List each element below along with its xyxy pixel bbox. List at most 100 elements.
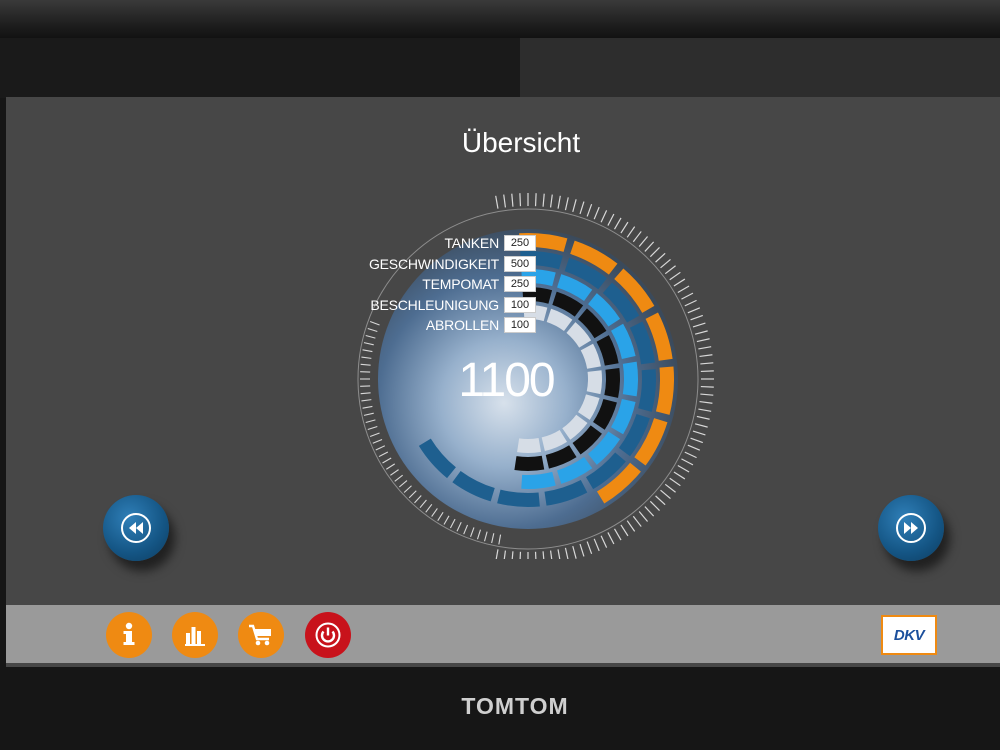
gauge-tick-outer: [692, 322, 706, 328]
gauge-tick-outer: [669, 271, 681, 281]
gauge-tick-outer: [495, 549, 499, 559]
gauge-tick-outer: [626, 520, 636, 532]
gauge-tick-outer: [673, 278, 686, 287]
gauge-tick-inner: [394, 474, 403, 482]
gauge-tick-inner: [470, 527, 475, 538]
gauge-tick-outer: [681, 292, 694, 300]
gauge-segment: [586, 370, 602, 395]
bar-chart-icon: [185, 627, 205, 646]
gauge-tick-outer: [700, 362, 714, 365]
gauge-tick-inner: [360, 392, 371, 395]
legend-row-abrollen: ABROLLEN 100: [336, 315, 536, 336]
gauge-tick-inner: [372, 438, 383, 444]
gauge-tick-outer: [660, 258, 671, 269]
page-title: Übersicht: [461, 127, 581, 158]
gauge-tick-outer: [600, 535, 608, 548]
gauge-tick-outer: [586, 204, 593, 217]
gauge-tick-inner: [443, 515, 450, 525]
legend-value: 250: [504, 276, 536, 293]
gauge-tick-outer: [620, 221, 629, 234]
gauge-tick-inner: [414, 495, 422, 504]
gauge-segment: [622, 361, 638, 397]
gauge-tick-inner: [398, 480, 408, 488]
power-button[interactable]: [305, 612, 351, 658]
gauge-tick-outer: [557, 195, 561, 209]
gauge-tick-outer: [684, 451, 697, 459]
gauge-tick-outer: [564, 547, 569, 559]
device-brand: TOMTOM: [461, 693, 569, 719]
gauge-tick-inner: [437, 511, 444, 521]
statistics-button[interactable]: [172, 612, 218, 658]
legend-label: BESCHLEUNIGUNG: [370, 296, 499, 313]
gauge-tick-inner: [378, 451, 389, 458]
legend-value: 100: [504, 317, 536, 334]
gauge-tick-outer: [664, 483, 676, 493]
gauge-tick-outer: [613, 217, 622, 230]
gauge-tick-outer: [572, 545, 577, 559]
previous-button[interactable]: [103, 495, 169, 561]
info-button[interactable]: [106, 612, 152, 658]
legend-value: 100: [504, 296, 536, 313]
gauge-tick-outer: [519, 551, 522, 559]
legend-label: TANKEN: [444, 235, 499, 252]
gauge-tick-outer: [632, 231, 642, 243]
gauge-tick-outer: [655, 252, 666, 263]
gauge-tick-outer: [511, 193, 514, 207]
gauge-tick-outer: [644, 241, 655, 252]
gauge-tick-outer: [495, 195, 499, 209]
gauge-tick-inner: [498, 534, 502, 545]
info-icon: [123, 622, 135, 645]
power-icon: [315, 622, 341, 648]
gauge-tick-inner: [361, 356, 372, 359]
gauge-tick-outer: [687, 444, 701, 451]
gauge-tick-outer: [511, 551, 514, 559]
bottom-toolbar: DKV: [6, 605, 1000, 663]
gauge-tick-outer: [519, 193, 522, 207]
gauge-tick-inner: [483, 531, 488, 542]
gauge-tick-outer: [669, 477, 681, 487]
gauge-tick-outer: [664, 265, 676, 275]
gauge-tick-outer: [564, 197, 569, 211]
next-button[interactable]: [878, 495, 944, 561]
gauge-tick-inner: [403, 485, 412, 493]
gauge-tick-outer: [649, 247, 660, 258]
gauge-tick-outer: [632, 515, 642, 527]
gauge-tick-inner: [449, 518, 456, 529]
gauge-tick-inner: [363, 412, 374, 416]
gauge-tick-outer: [700, 385, 714, 388]
gauge-segment: [604, 368, 620, 398]
shop-button[interactable]: [238, 612, 284, 658]
gauge-tick-inner: [362, 349, 373, 353]
gauge-tick-inner: [365, 334, 376, 339]
gauge-tick-outer: [572, 199, 577, 213]
legend-label: GESCHWINDIGKEIT: [368, 255, 499, 272]
gauge-tick-inner: [363, 342, 374, 346]
gauge-tick-inner: [375, 445, 386, 451]
gauge-tick-outer: [534, 551, 537, 559]
gauge-tick-outer: [699, 400, 713, 404]
gauge-tick-inner: [425, 504, 433, 513]
gauge-tick-inner: [361, 399, 372, 402]
gauge-tick-outer: [690, 314, 703, 321]
gauge-tick-outer: [579, 543, 585, 557]
gauge-segment: [514, 455, 545, 471]
dkv-logo-text: DKV: [893, 626, 925, 644]
fast-forward-icon: [896, 513, 926, 543]
gauge-tick-inner: [386, 463, 396, 470]
gauge-tick-outer: [638, 236, 649, 247]
gauge-tick-outer: [698, 408, 712, 412]
gauge-tick-inner: [431, 508, 438, 517]
gauge-tick-outer: [700, 393, 714, 396]
gauge-tick-outer: [613, 528, 622, 541]
gauge-tick-outer: [660, 489, 671, 500]
gauge-tick-outer: [687, 307, 701, 314]
gauge-tick-inner: [362, 405, 373, 409]
device-bezel-left: [0, 38, 520, 98]
gauge-tick-outer: [549, 550, 553, 559]
screen: Übersicht TANKEN 250 GESCHWINDIGKEIT 500…: [6, 97, 1000, 667]
gauge-tick-outer: [607, 532, 615, 545]
legend-row-tempomat: TEMPOMAT 250: [336, 274, 536, 295]
gauge-tick-inner: [456, 521, 462, 532]
gauge-tick-inner: [419, 499, 427, 509]
dkv-logo[interactable]: DKV: [881, 615, 937, 655]
